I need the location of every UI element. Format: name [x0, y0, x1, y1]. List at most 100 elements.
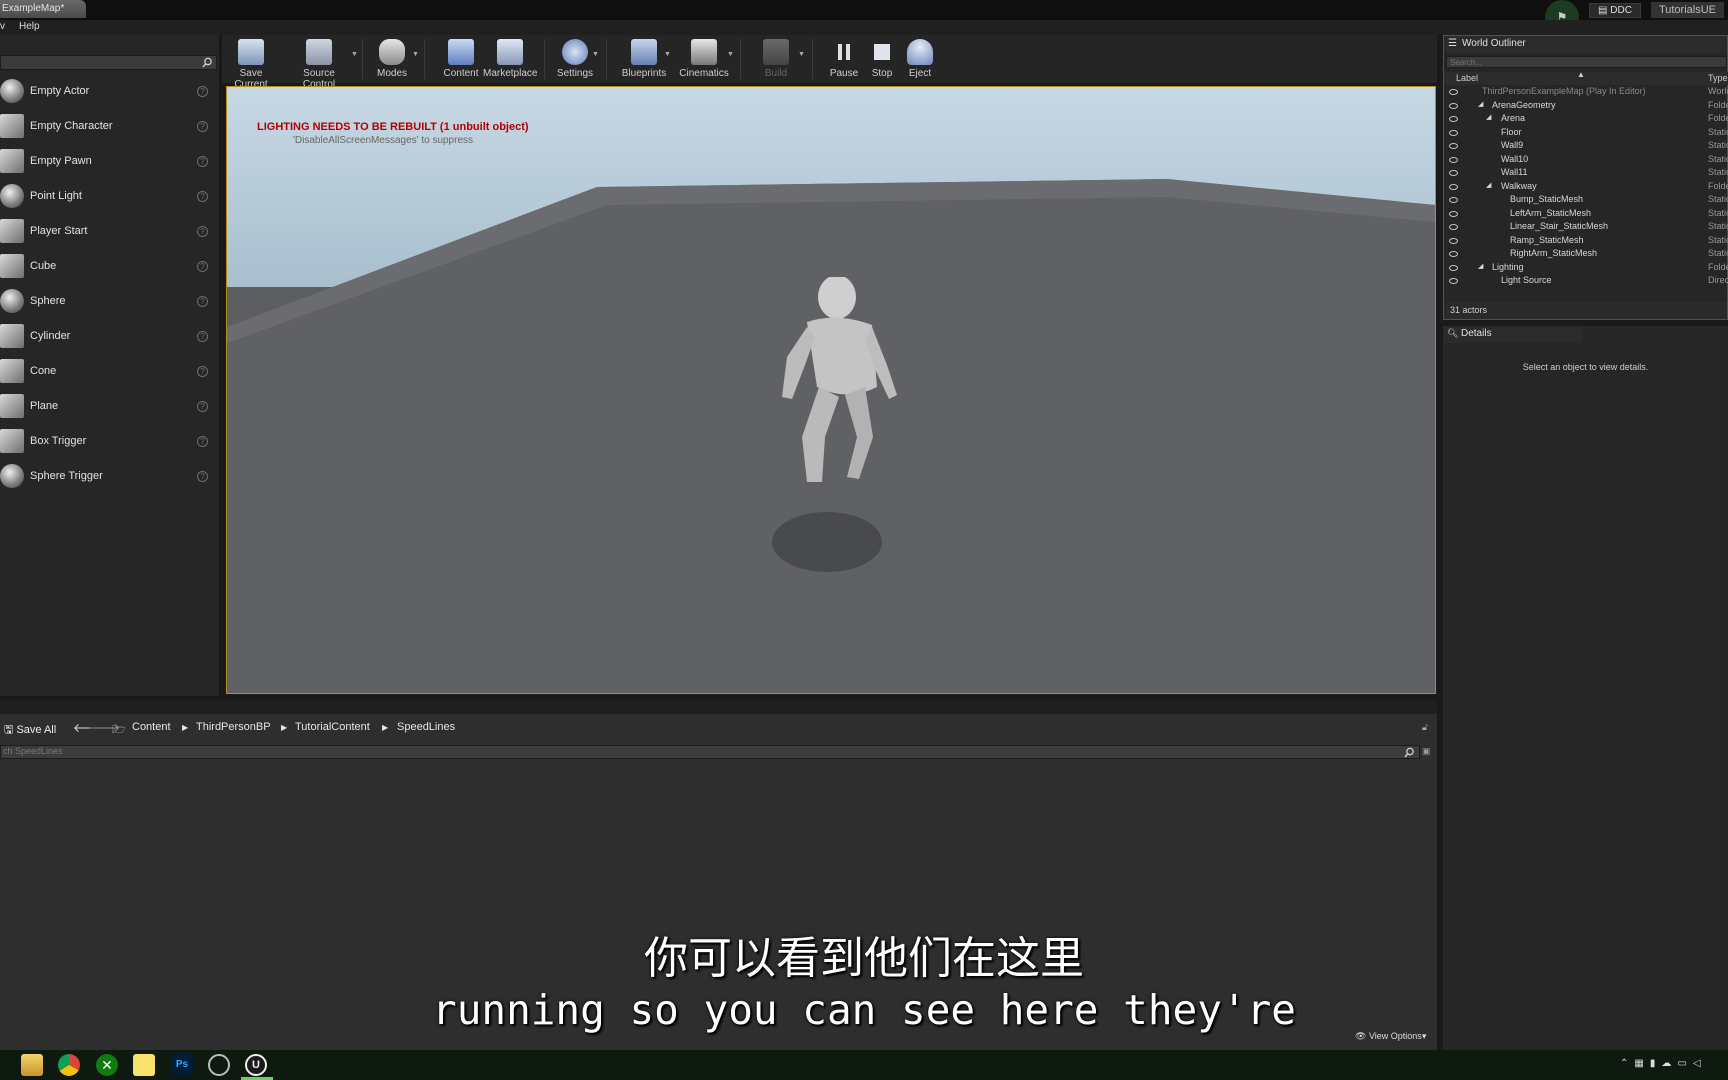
tab-details[interactable]: 🔍︎ Details — [1443, 326, 1583, 343]
marketplace-button[interactable]: Marketplace — [483, 35, 537, 83]
eye-icon[interactable] — [1449, 89, 1458, 95]
outliner-row[interactable]: ◢ Lighting Folder — [1444, 262, 1728, 276]
system-tray[interactable]: ⌃▦▮☁▭◁ — [1620, 1058, 1728, 1072]
sticky-notes-icon[interactable] — [133, 1054, 155, 1076]
outliner-row[interactable]: ◢ Arena Folder — [1444, 113, 1728, 127]
place-item-plane[interactable]: Plane? — [0, 391, 216, 421]
column-label[interactable]: Label — [1456, 73, 1478, 83]
breadcrumb-arrow-icon[interactable]: ▶ — [382, 723, 388, 732]
chevron-down-icon[interactable]: ▼ — [727, 51, 734, 58]
content-search-input[interactable]: ch SpeedLines — [0, 745, 1420, 759]
cinematics-button[interactable]: Cinematics — [676, 35, 732, 83]
chevron-down-icon[interactable]: ▼ — [412, 51, 419, 58]
settings-button[interactable]: Settings — [552, 35, 598, 83]
outliner-row[interactable]: Linear_Stair_StaticMesh Static — [1444, 221, 1728, 235]
outliner-row[interactable]: Floor Static — [1444, 127, 1728, 141]
eye-icon[interactable] — [1449, 197, 1458, 203]
eye-icon[interactable] — [1449, 129, 1458, 136]
ddc-button[interactable]: ▤ DDC — [1589, 2, 1641, 18]
source-control-button[interactable]: Source Control — [288, 35, 350, 90]
eject-button[interactable]: Eject — [902, 35, 938, 83]
outliner-row[interactable]: Wall9 Static — [1444, 140, 1728, 154]
place-item-box-trigger[interactable]: Box Trigger? — [0, 426, 216, 456]
eye-icon[interactable] — [1449, 183, 1458, 190]
blueprints-button[interactable]: Blueprints — [616, 35, 672, 83]
outliner-search-input[interactable] — [1446, 56, 1727, 68]
place-item-player-start[interactable]: Player Start? — [0, 216, 216, 246]
eye-icon[interactable] — [1449, 251, 1458, 257]
help-icon[interactable]: ? — [197, 190, 208, 202]
photoshop-icon[interactable]: Ps — [171, 1054, 193, 1076]
eye-icon[interactable] — [1449, 224, 1458, 230]
help-icon[interactable]: ? — [197, 155, 208, 167]
eye-icon[interactable] — [1449, 237, 1458, 244]
breadcrumb-content[interactable]: Content — [132, 721, 171, 733]
outliner-row[interactable]: ThirdPersonExampleMap (Play In Editor) Wo… — [1444, 86, 1728, 100]
place-item-point-light[interactable]: Point Light? — [0, 181, 216, 211]
save-search-icon[interactable]: ▣ — [1422, 746, 1431, 757]
eye-icon[interactable] — [1449, 116, 1458, 122]
chevron-down-icon[interactable]: ▼ — [664, 51, 671, 58]
outliner-row[interactable]: ◢ ArenaGeometry Folder — [1444, 100, 1728, 114]
chrome-icon[interactable] — [58, 1054, 80, 1076]
chevron-down-icon[interactable]: ▼ — [798, 51, 805, 58]
eye-icon[interactable] — [1449, 264, 1458, 271]
tab-world-outliner[interactable]: ☰ World Outliner — [1444, 36, 1727, 53]
lock-icon[interactable]: 🔓︎ — [1422, 722, 1428, 733]
chevron-down-icon[interactable]: ▼ — [592, 51, 599, 58]
breadcrumb-arrow-icon[interactable]: ▶ — [182, 723, 188, 732]
place-item-cube[interactable]: Cube? — [0, 251, 216, 281]
help-icon[interactable]: ? — [197, 365, 208, 377]
place-item-empty-actor[interactable]: Empty Actor? — [0, 76, 216, 106]
unreal-engine-icon[interactable]: U — [245, 1054, 267, 1076]
place-item-cylinder[interactable]: Cylinder? — [0, 321, 216, 351]
eye-icon[interactable] — [1449, 170, 1458, 176]
help-icon[interactable]: ? — [197, 260, 208, 272]
place-search-input[interactable] — [0, 55, 217, 70]
place-item-empty-pawn[interactable]: Empty Pawn? — [0, 146, 216, 176]
outliner-row[interactable]: LeftArm_StaticMesh Static — [1444, 208, 1728, 222]
eye-icon[interactable] — [1449, 210, 1458, 217]
outliner-row[interactable]: Wall10 Static — [1444, 154, 1728, 168]
expand-arrow-icon[interactable]: ◢ — [1486, 113, 1491, 121]
save-current-button[interactable]: Save Current — [227, 35, 275, 90]
eye-icon[interactable] — [1449, 143, 1458, 149]
help-icon[interactable]: ? — [197, 400, 208, 412]
eye-icon[interactable] — [1449, 102, 1458, 109]
file-explorer-icon[interactable] — [21, 1054, 43, 1076]
outliner-row[interactable]: RightArm_StaticMesh Static — [1444, 248, 1728, 262]
help-icon[interactable]: ? — [197, 85, 208, 97]
breadcrumb-thirdpersonbp[interactable]: ThirdPersonBP — [196, 721, 271, 733]
outliner-row[interactable]: ◢ Walkway Folder — [1444, 181, 1728, 195]
expand-arrow-icon[interactable]: ◢ — [1478, 100, 1483, 108]
help-icon[interactable]: ? — [197, 225, 208, 237]
expand-arrow-icon[interactable]: ◢ — [1478, 262, 1483, 270]
save-all-button[interactable]: 🖫 Save All — [4, 721, 56, 740]
help-icon[interactable]: ? — [197, 120, 208, 132]
breadcrumb-tutorialcontent[interactable]: TutorialContent — [295, 721, 370, 733]
xbox-icon[interactable]: ✕ — [96, 1054, 118, 1076]
outliner-row[interactable]: Wall11 Static — [1444, 167, 1728, 181]
menu-item-help[interactable]: Help — [19, 21, 40, 32]
expand-arrow-icon[interactable]: ◢ — [1486, 181, 1491, 189]
breadcrumb-speedlines[interactable]: SpeedLines — [397, 721, 455, 733]
help-icon[interactable]: ? — [197, 330, 208, 342]
stop-button[interactable]: Stop — [864, 35, 900, 83]
document-tab[interactable]: ExampleMap* — [0, 0, 86, 18]
place-item-cone[interactable]: Cone? — [0, 356, 216, 386]
build-button[interactable]: Build — [756, 35, 796, 83]
modes-button[interactable]: Modes — [372, 35, 412, 83]
outliner-row[interactable]: Bump_StaticMesh Static — [1444, 194, 1728, 208]
content-button[interactable]: Content — [440, 35, 482, 83]
chevron-down-icon[interactable]: ▼ — [351, 51, 358, 58]
help-icon[interactable]: ? — [197, 470, 208, 482]
level-viewport[interactable]: LIGHTING NEEDS TO BE REBUILT (1 unbuilt … — [226, 86, 1436, 694]
outliner-row[interactable]: Ramp_StaticMesh Static — [1444, 235, 1728, 249]
eye-icon[interactable] — [1449, 156, 1458, 163]
help-icon[interactable]: ? — [197, 435, 208, 447]
help-icon[interactable]: ? — [197, 295, 208, 307]
place-item-sphere-trigger[interactable]: Sphere Trigger? — [0, 461, 216, 491]
place-item-empty-character[interactable]: Empty Character? — [0, 111, 216, 141]
column-type[interactable]: Type — [1708, 73, 1728, 83]
pause-button[interactable]: Pause — [824, 35, 864, 83]
